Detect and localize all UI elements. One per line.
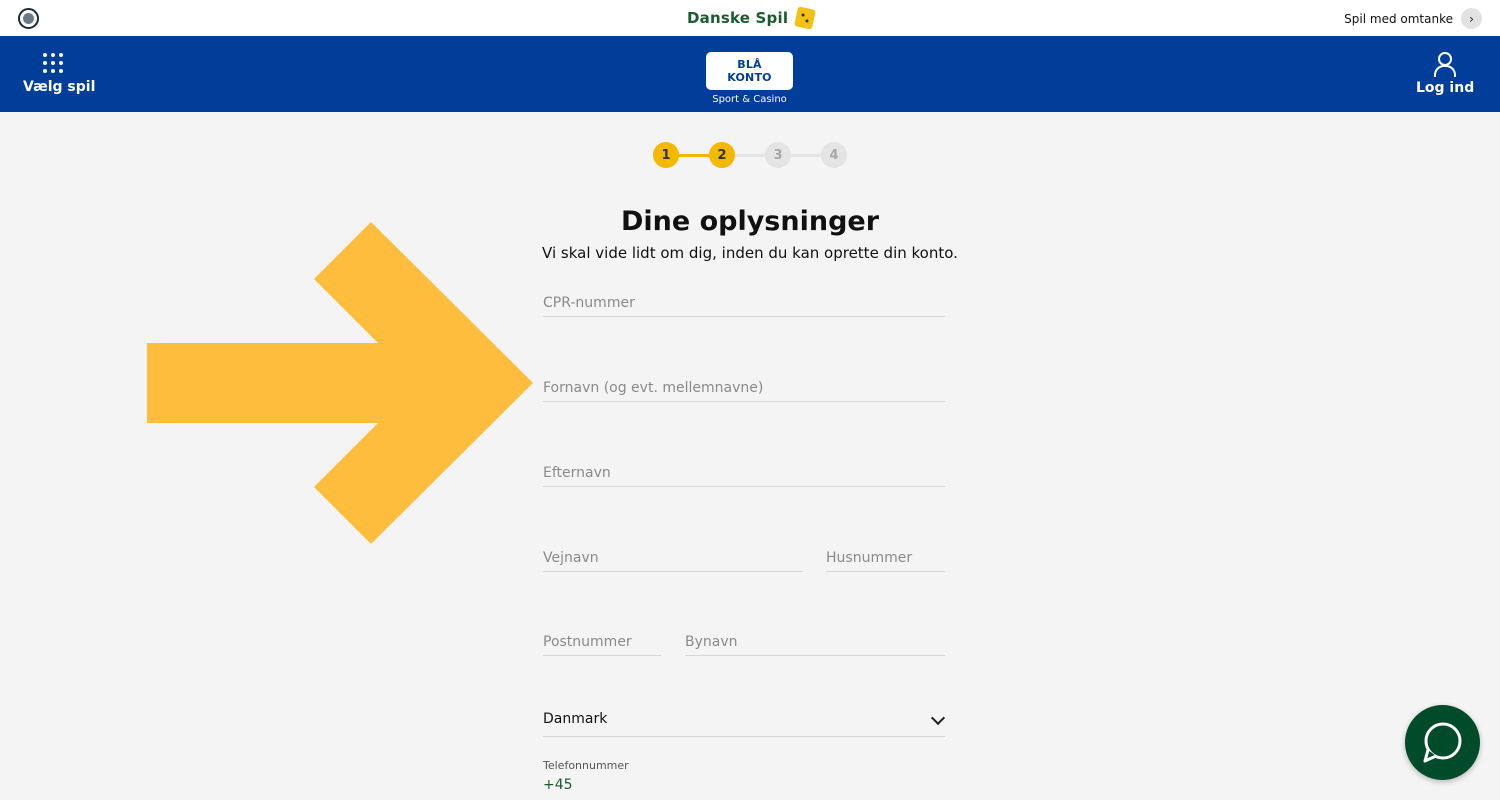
step-4: 4 [821, 142, 847, 168]
street-placeholder: Vejnavn [543, 550, 599, 566]
main-header: Vælg spil BLÅ KONTO Sport & Casino Log i… [0, 36, 1500, 112]
royal-seal-icon [18, 8, 39, 29]
user-icon [1433, 52, 1456, 77]
phone-prefix[interactable]: +45 [543, 777, 573, 793]
postal-code-input[interactable]: Postnummer [543, 632, 661, 656]
choose-games-button[interactable]: Vælg spil [23, 53, 96, 95]
country-select[interactable]: Danmark [543, 709, 946, 737]
brand-name: Danske Spil [687, 9, 789, 27]
chat-button[interactable] [1405, 705, 1480, 780]
danske-spil-logo-icon [794, 6, 817, 30]
account-subtitle: Sport & Casino [712, 94, 787, 105]
step-connector [677, 154, 711, 157]
city-placeholder: Bynavn [685, 634, 738, 650]
account-badge: BLÅ KONTO [706, 52, 793, 90]
brand-logo[interactable]: Danske Spil [687, 6, 817, 30]
cpr-placeholder: CPR-nummer [543, 295, 635, 311]
first-name-placeholder: Fornavn (og evt. mellemnavne) [543, 380, 764, 396]
house-number-input[interactable]: Husnummer [826, 548, 945, 572]
login-button[interactable]: Log ind [1416, 52, 1475, 96]
house-number-placeholder: Husnummer [826, 550, 913, 566]
grid-dots-icon [43, 53, 63, 73]
step-connector [733, 154, 767, 157]
country-value: Danmark [543, 711, 608, 727]
mindful-play-link[interactable]: Spil med omtanke › [1344, 8, 1482, 29]
last-name-input[interactable]: Efternavn [543, 463, 945, 487]
cpr-input[interactable]: CPR-nummer [543, 293, 945, 317]
account-type-switch[interactable]: BLÅ KONTO Sport & Casino [706, 52, 793, 105]
choose-games-label: Vælg spil [23, 79, 96, 95]
step-1: 1 [653, 142, 679, 168]
chevron-right-icon: › [1461, 8, 1482, 29]
first-name-input[interactable]: Fornavn (og evt. mellemnavne) [543, 378, 945, 402]
progress-stepper: 1 2 3 4 [653, 142, 849, 168]
mindful-play-label: Spil med omtanke [1344, 11, 1453, 26]
top-bar: Danske Spil Spil med omtanke › [0, 0, 1500, 36]
chat-bubble-icon [1423, 722, 1462, 763]
step-connector [789, 154, 823, 157]
city-input[interactable]: Bynavn [685, 632, 945, 656]
right-arrow-overlay [147, 222, 533, 544]
postal-code-placeholder: Postnummer [543, 634, 632, 650]
phone-label: Telefonnummer [543, 759, 629, 772]
login-label: Log ind [1416, 80, 1475, 96]
chevron-down-icon [930, 710, 946, 726]
last-name-placeholder: Efternavn [543, 465, 611, 481]
step-3: 3 [765, 142, 791, 168]
step-2: 2 [709, 142, 735, 168]
street-input[interactable]: Vejnavn [543, 548, 803, 572]
